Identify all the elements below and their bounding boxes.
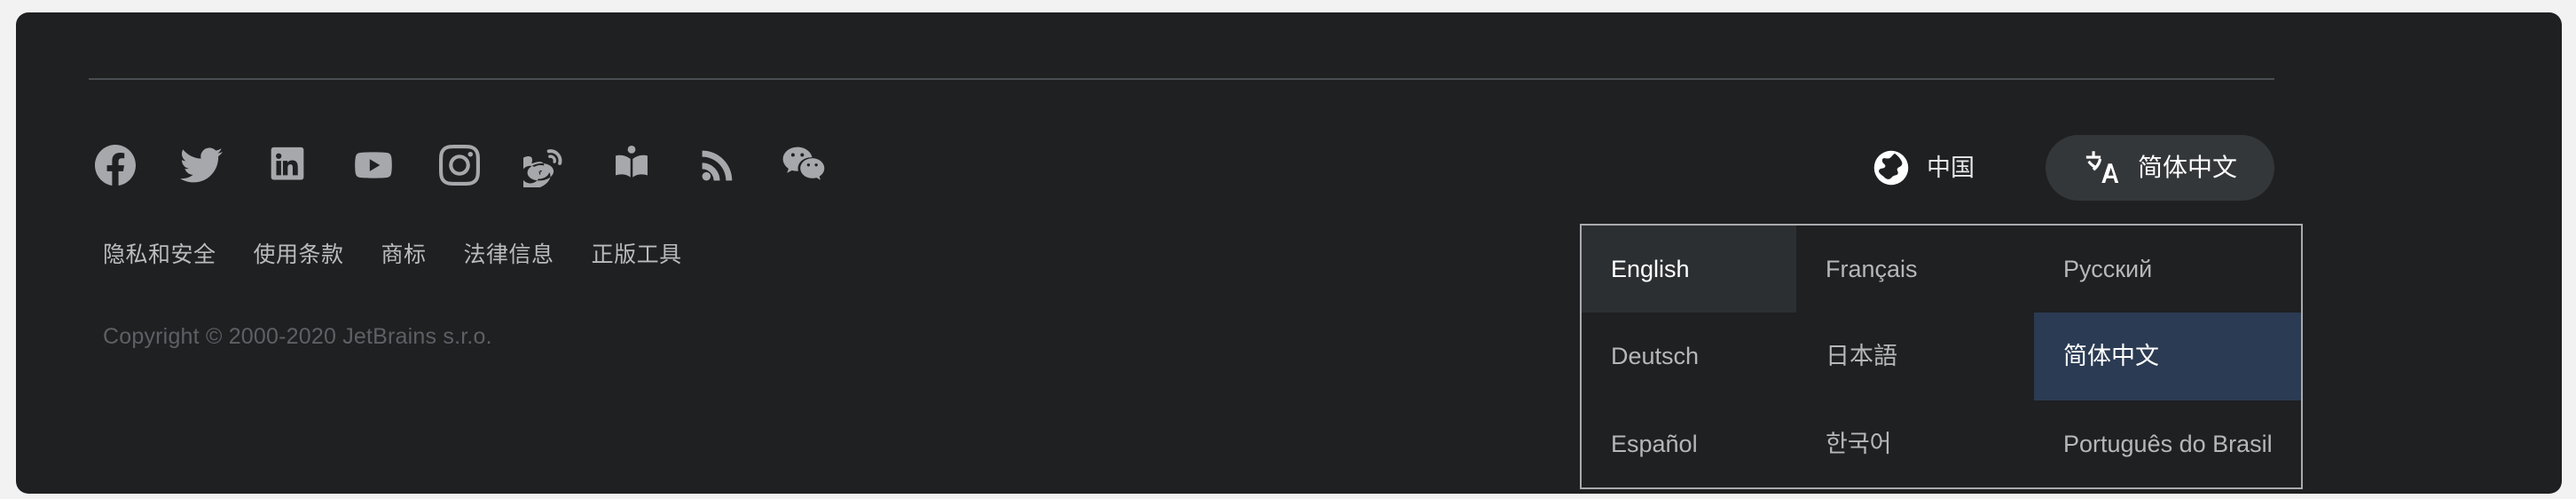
footer-divider — [89, 78, 2274, 80]
language-option-deutsch[interactable]: Deutsch — [1582, 313, 1796, 400]
language-selector-button[interactable]: 简体中文 — [2045, 135, 2274, 201]
social-link-blog[interactable] — [605, 139, 658, 192]
language-option-espanol[interactable]: Español — [1582, 400, 1796, 487]
footer-link-list: 隐私和安全 使用条款 商标 法律信息 正版工具 — [103, 240, 682, 270]
social-link-youtube[interactable] — [347, 139, 400, 192]
language-selector-label: 简体中文 — [2137, 154, 2237, 181]
facebook-icon — [95, 145, 136, 186]
footer-link-genuine-tools[interactable]: 正版工具 — [592, 240, 682, 270]
instagram-icon — [439, 145, 480, 186]
language-dropdown-panel: English Français Русский Deutsch 日本語 简体中… — [1580, 224, 2303, 489]
language-option-francais[interactable]: Français — [1796, 226, 2034, 313]
region-selector[interactable]: 中国 — [1872, 139, 1975, 196]
translate-icon — [2085, 151, 2119, 183]
social-link-linkedin[interactable] — [261, 139, 314, 192]
page-root: 隐私和安全 使用条款 商标 法律信息 正版工具 Copyright © 2000… — [0, 0, 2576, 499]
region-label: 中国 — [1926, 154, 1975, 181]
social-link-facebook[interactable] — [89, 139, 142, 192]
rss-icon — [702, 150, 733, 181]
footer-link-privacy[interactable]: 隐私和安全 — [103, 240, 216, 270]
site-footer: 隐私和安全 使用条款 商标 法律信息 正版工具 Copyright © 2000… — [16, 12, 2562, 494]
youtube-icon — [355, 152, 392, 178]
weibo-icon — [523, 149, 562, 187]
globe-icon — [1873, 150, 1909, 186]
twitter-icon — [180, 147, 223, 183]
footer-controls: 中国 简体中文 — [1872, 135, 2274, 201]
footer-link-trademark[interactable]: 商标 — [381, 240, 427, 270]
language-option-english[interactable]: English — [1582, 226, 1796, 313]
footer-link-terms[interactable]: 使用条款 — [254, 240, 344, 270]
language-option-portuguese[interactable]: Português do Brasil — [2034, 400, 2301, 487]
social-links — [89, 139, 830, 192]
social-link-instagram[interactable] — [433, 139, 486, 192]
copyright-text: Copyright © 2000-2020 JetBrains s.r.o. — [103, 324, 492, 349]
language-option-simplified-chinese[interactable]: 简体中文 — [2034, 313, 2301, 400]
social-link-weibo[interactable] — [519, 139, 572, 192]
wechat-icon — [782, 147, 825, 180]
language-option-korean[interactable]: 한국어 — [1796, 400, 2034, 487]
linkedin-icon — [271, 147, 304, 180]
social-link-rss[interactable] — [691, 139, 744, 192]
blog-book-icon — [616, 146, 648, 178]
language-option-russian[interactable]: Русский — [2034, 226, 2301, 313]
language-option-japanese[interactable]: 日本語 — [1796, 313, 2034, 400]
footer-link-legal[interactable]: 法律信息 — [464, 240, 554, 270]
social-link-wechat[interactable] — [777, 139, 830, 192]
social-link-twitter[interactable] — [175, 139, 228, 192]
